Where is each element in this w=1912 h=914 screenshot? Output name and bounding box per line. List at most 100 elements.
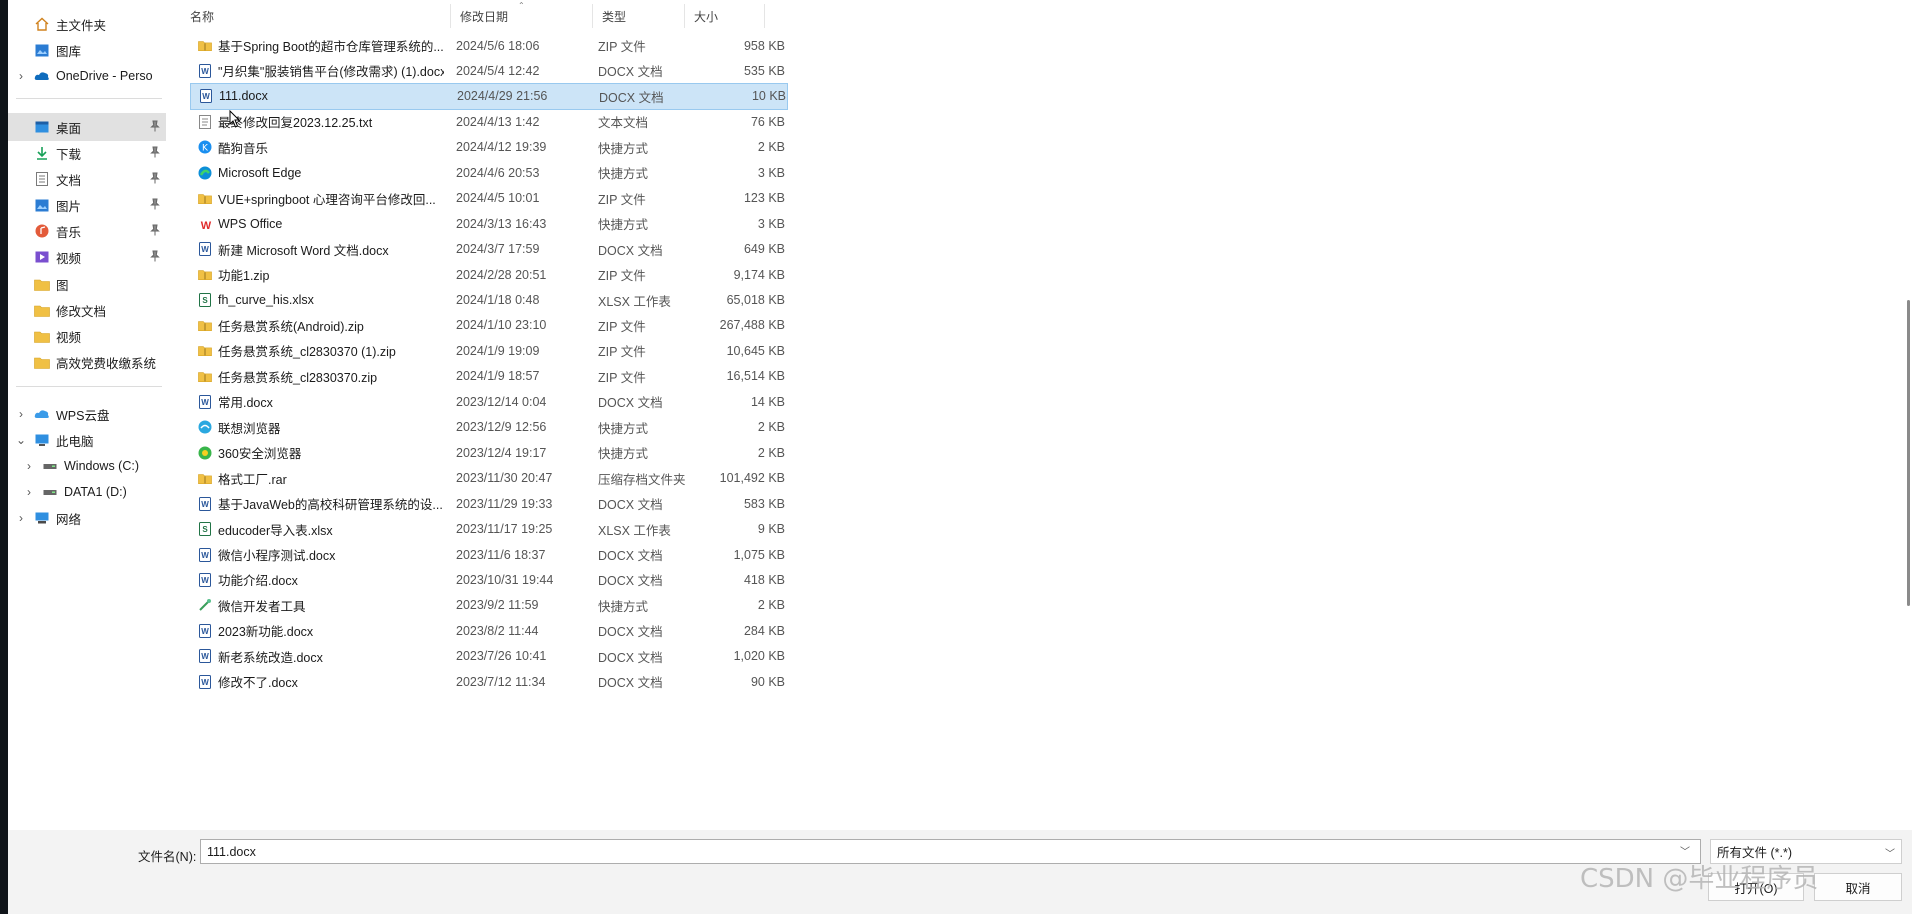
file-type: ZIP 文件 xyxy=(598,192,646,207)
sidebar-separator xyxy=(16,386,162,387)
chevron-down-icon[interactable]: ﹀ xyxy=(1680,843,1690,858)
sidebar-item[interactable]: › OneDrive - Perso xyxy=(8,62,166,90)
file-date: 2024/5/6 18:06 xyxy=(456,38,540,53)
column-header-date[interactable]: 修改日期 xyxy=(450,4,592,28)
sidebar-item[interactable]: 高效党费收缴系统 xyxy=(8,348,166,376)
file-row[interactable]: W 基于JavaWeb的高校科研管理系统的设... 2023/11/29 19:33… xyxy=(190,490,788,517)
file-row[interactable]: 联想浏览器 2023/12/9 12:56 快捷方式 2 KB xyxy=(190,414,788,441)
file-row[interactable]: W 新建 Microsoft Word 文档.docx 2024/3/7 17:59… xyxy=(190,236,788,263)
chevron-right-icon[interactable]: ⌄ xyxy=(14,433,28,447)
svg-text:W: W xyxy=(201,551,209,560)
file-size: 65,018 KB xyxy=(726,293,785,307)
filename-input[interactable] xyxy=(200,839,1701,864)
sidebar-item[interactable]: 视频 xyxy=(8,243,166,271)
file-row[interactable]: 任务悬赏系统_cl2830370 (1).zip 2024/1/9 19:09 ZI… xyxy=(190,337,788,364)
file-name: 修改不了.docx xyxy=(218,676,298,691)
file-name-cell: W 新建 Microsoft Word 文档.docx xyxy=(198,240,444,259)
file-type: 快捷方式 xyxy=(598,141,649,156)
file-date: 2023/8/2 11:44 xyxy=(456,623,539,638)
sidebar-item[interactable]: 图库 xyxy=(8,36,166,64)
sidebar-item[interactable]: 主文件夹 xyxy=(8,10,166,38)
word-icon: W xyxy=(198,623,212,638)
network-icon xyxy=(34,511,50,525)
file-type: XLSX 工作表 xyxy=(598,294,671,309)
file-size: 1,020 KB xyxy=(733,649,785,664)
sidebar-item[interactable]: › 网络 xyxy=(8,504,166,532)
column-header-name-label: 名称 xyxy=(190,9,215,24)
file-row[interactable]: Microsoft Edge 2024/4/6 20:53 快捷方式 3 KB xyxy=(190,159,788,186)
file-row[interactable]: W WPS Office 2024/3/13 16:43 快捷方式 3 KB xyxy=(190,210,788,237)
file-name-cell: Seducoder导入表.xlsx xyxy=(198,520,444,539)
file-name-cell: 360安全浏览器 xyxy=(198,443,444,462)
file-row[interactable]: 360安全浏览器 2023/12/4 19:17 快捷方式 2 KB xyxy=(190,439,788,466)
svg-text:W: W xyxy=(202,92,210,101)
file-row[interactable]: Sfh_curve_his.xlsx 2024/1/18 0:48 XLSX 工作表… xyxy=(190,287,788,314)
file-name-cell: W 2023新功能.docx xyxy=(198,621,444,640)
chevron-right-icon[interactable]: › xyxy=(14,407,28,421)
sidebar-item[interactable]: 桌面 xyxy=(8,113,166,141)
chevron-right-icon[interactable]: › xyxy=(22,485,36,499)
watermark: CSDN @毕业程序员 xyxy=(1580,864,1819,894)
sidebar-item[interactable]: ⌄ 此电脑 xyxy=(8,426,166,454)
sidebar-item[interactable]: 视频 xyxy=(8,322,166,350)
file-row[interactable]: W 功能介绍.docx 2023/10/31 19:44 DOCX 文档 418 KB xyxy=(190,566,788,593)
file-row[interactable]: W 新老系统改造.docx 2023/7/26 10:41 DOCX 文档 1,020 … xyxy=(190,643,788,670)
file-date: 2023/11/17 19:25 xyxy=(456,522,553,537)
file-row[interactable]: 微信开发者工具 2023/9/2 11:59 快捷方式 2 KB xyxy=(190,592,788,619)
file-row[interactable]: 功能1.zip 2024/2/28 20:51 ZIP 文件 9,174 KB xyxy=(190,261,788,288)
file-row[interactable]: W "月织集"服装销售平台(修改需求) (1).docx 2024/5/4 12:4… xyxy=(190,57,788,84)
file-name-cell: W "月织集"服装销售平台(修改需求) (1).docx xyxy=(198,61,444,80)
file-row[interactable]: W 2023新功能.docx 2023/8/2 11:44 DOCX 文档 284 KB xyxy=(190,617,788,644)
file-row[interactable]: W 常用.docx 2023/12/14 0:04 DOCX 文档 14 KB xyxy=(190,388,788,415)
sidebar-item[interactable]: 下载 xyxy=(8,139,166,167)
sidebar-item[interactable]: 图 xyxy=(8,270,166,298)
file-name-cell: 功能1.zip xyxy=(198,265,444,284)
svg-text:W: W xyxy=(201,245,209,254)
sidebar-item[interactable]: › WPS云盘 xyxy=(8,400,166,428)
sidebar-item-label: 高效党费收缴系统 xyxy=(56,356,157,371)
file-type: DOCX 文档 xyxy=(598,498,663,513)
file-row[interactable]: 最终修改回复2023.12.25.txt 2024/4/13 1:42 文本文档 76… xyxy=(190,108,788,135)
file-row[interactable]: W 微信小程序测试.docx 2023/11/6 18:37 DOCX 文档 1,075… xyxy=(190,541,788,568)
file-row[interactable]: VUE+springboot 心理咨询平台修改回... 2024/4/5 10:0… xyxy=(190,185,788,212)
pin-icon xyxy=(150,146,160,158)
file-row[interactable]: 格式工厂.rar 2023/11/30 20:47 压缩存档文件夹 101,492 K… xyxy=(190,465,788,492)
file-size: 3 KB xyxy=(757,216,785,231)
vertical-scrollbar[interactable] xyxy=(1907,300,1910,606)
column-divider[interactable] xyxy=(764,4,765,28)
sidebar-item[interactable]: › DATA1 (D:) xyxy=(8,478,166,506)
file-row[interactable]: K 酷狗音乐 2024/4/12 19:39 快捷方式 2 KB xyxy=(190,134,788,161)
file-row[interactable]: W 修改不了.docx 2023/7/12 11:34 DOCX 文档 90 KB xyxy=(190,668,788,695)
file-row[interactable]: 基于Spring Boot的超市仓库管理系统的... 2024/5/6 18:06… xyxy=(190,32,788,59)
video-icon xyxy=(34,250,50,264)
sidebar-item[interactable]: 音乐 xyxy=(8,217,166,245)
file-row[interactable]: 任务悬赏系统(Android).zip 2024/1/10 23:10 ZIP 文件… xyxy=(190,312,788,339)
column-header-name[interactable]: 名称 xyxy=(180,4,450,28)
file-name-cell: W 修改不了.docx xyxy=(198,672,444,691)
wechat-devtools-icon xyxy=(198,598,212,612)
chevron-right-icon[interactable]: › xyxy=(22,459,36,473)
column-header-size[interactable]: 大小 xyxy=(684,4,764,28)
file-name-cell: Sfh_curve_his.xlsx xyxy=(198,293,444,307)
file-row[interactable]: 任务悬赏系统_cl2830370.zip 2024/1/9 18:57 ZIP 文件… xyxy=(190,363,788,390)
folder-icon xyxy=(34,355,50,369)
file-date: 2023/7/12 11:34 xyxy=(456,674,546,689)
sidebar-item[interactable]: 文档 xyxy=(8,165,166,193)
column-header-type[interactable]: 类型 xyxy=(592,4,684,28)
file-size: 418 KB xyxy=(743,572,785,587)
file-name: 基于Spring Boot的超市仓库管理系统的... xyxy=(218,40,444,54)
file-row[interactable]: Seducoder导入表.xlsx 2023/11/17 19:25 XLSX 工作… xyxy=(190,516,788,543)
zip-icon xyxy=(198,268,212,282)
chevron-right-icon[interactable]: › xyxy=(14,511,28,525)
sidebar-item[interactable]: 图片 xyxy=(8,191,166,219)
svg-text:S: S xyxy=(202,525,208,534)
sidebar-item[interactable]: 修改文档 xyxy=(8,296,166,324)
sidebar-item-label: 此电脑 xyxy=(56,434,94,449)
chevron-right-icon[interactable]: › xyxy=(14,69,28,83)
sidebar-item[interactable]: › Windows (C:) xyxy=(8,452,166,480)
cancel-button[interactable]: 取消 xyxy=(1814,873,1902,901)
browser-360-icon xyxy=(198,446,212,460)
file-size: 1,075 KB xyxy=(733,547,785,562)
file-row[interactable]: W 111.docx 2024/4/29 21:56 DOCX 文档 10 KB xyxy=(190,82,788,110)
file-date: 2024/5/4 12:42 xyxy=(456,63,540,78)
